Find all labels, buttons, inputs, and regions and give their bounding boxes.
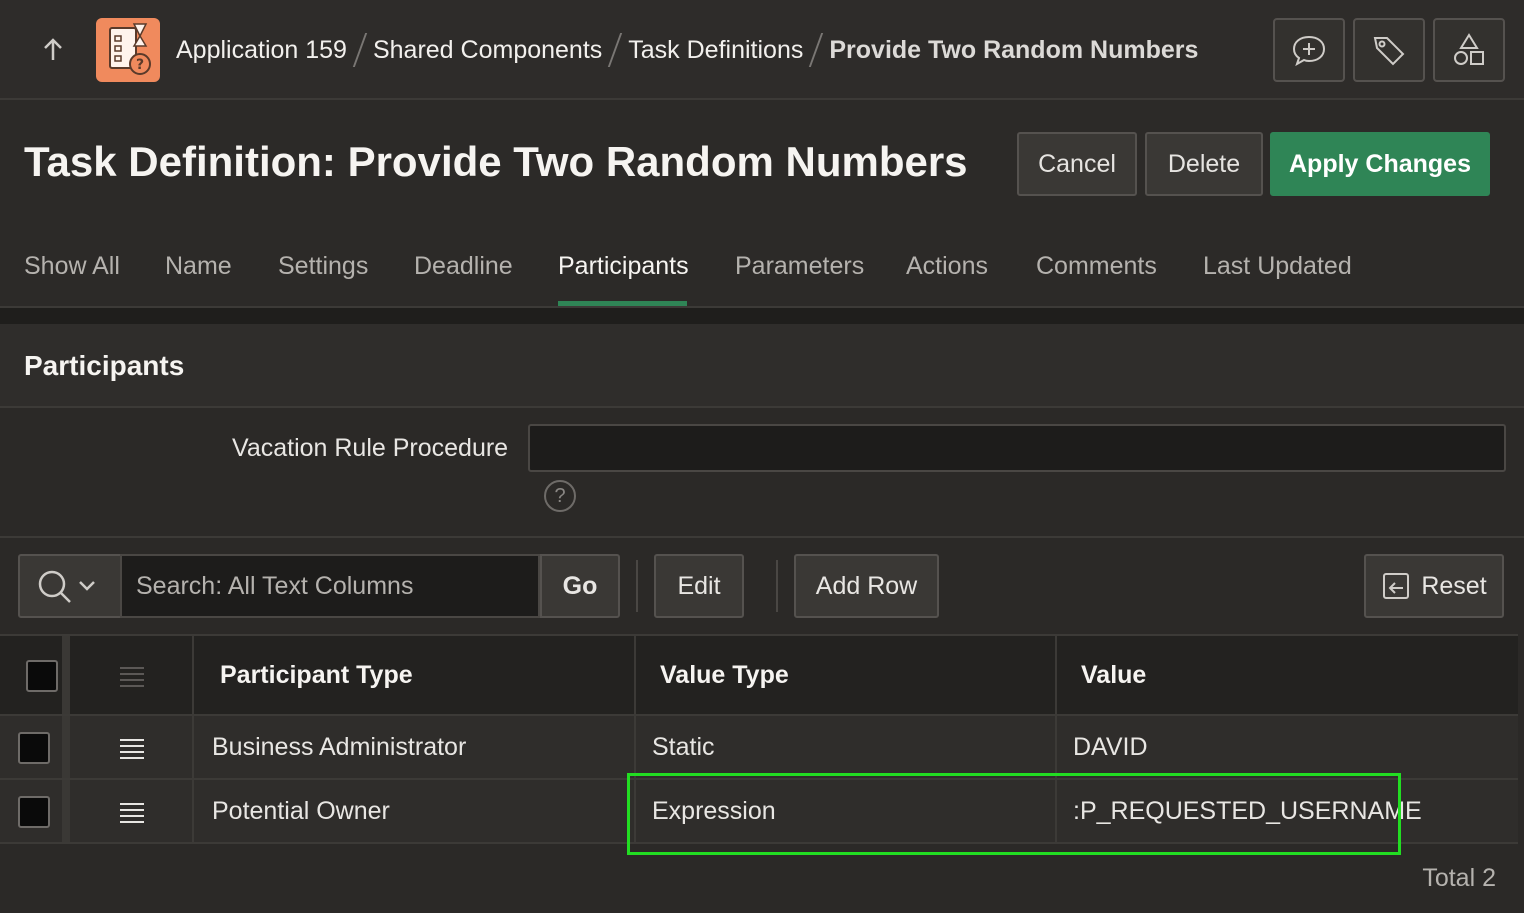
column-header-value[interactable]: Value bbox=[1081, 636, 1146, 714]
table-row[interactable]: Business Administrator Static DAVID bbox=[0, 716, 1518, 780]
search-column-menu[interactable] bbox=[18, 554, 122, 618]
add-row-button[interactable]: Add Row bbox=[794, 554, 939, 618]
chat-plus-icon bbox=[1292, 35, 1326, 67]
table-row[interactable]: Potential Owner Expression :P_REQUESTED_… bbox=[0, 780, 1518, 844]
column-divider bbox=[634, 636, 636, 714]
divider bbox=[0, 308, 1524, 324]
column-divider bbox=[634, 716, 636, 778]
breadcrumb-item-task-definitions[interactable]: Task Definitions bbox=[628, 36, 803, 65]
shared-components-button[interactable] bbox=[1433, 18, 1505, 82]
column-divider bbox=[192, 636, 194, 714]
column-divider bbox=[1055, 636, 1057, 714]
divider bbox=[0, 536, 1524, 538]
apply-changes-button[interactable]: Apply Changes bbox=[1270, 132, 1490, 196]
search-input[interactable] bbox=[120, 554, 540, 618]
edit-button[interactable]: Edit bbox=[654, 554, 744, 618]
cell-participant-type[interactable]: Potential Owner bbox=[212, 780, 390, 842]
toolbar-separator bbox=[636, 560, 638, 612]
row-actions-icon[interactable] bbox=[118, 800, 146, 824]
column-divider bbox=[192, 780, 194, 842]
chevron-down-icon bbox=[79, 581, 95, 591]
breadcrumb-separator bbox=[608, 33, 623, 67]
tab-show-all[interactable]: Show All bbox=[24, 252, 120, 306]
row-actions-header-icon bbox=[120, 667, 144, 687]
cell-value[interactable]: DAVID bbox=[1073, 716, 1148, 778]
tab-actions[interactable]: Actions bbox=[906, 252, 988, 306]
help-icon[interactable]: ? bbox=[544, 480, 576, 512]
tab-settings[interactable]: Settings bbox=[278, 252, 368, 306]
search-icon bbox=[38, 570, 95, 603]
cancel-button[interactable]: Cancel bbox=[1017, 132, 1137, 196]
tab-last-updated[interactable]: Last Updated bbox=[1203, 252, 1352, 306]
cell-value-type[interactable]: Static bbox=[652, 716, 715, 778]
tab-name[interactable]: Name bbox=[165, 252, 232, 306]
app-icon[interactable]: ? bbox=[96, 18, 160, 82]
row-select-checkbox[interactable] bbox=[18, 796, 50, 828]
tab-participants[interactable]: Participants bbox=[558, 252, 689, 306]
row-select-checkbox[interactable] bbox=[18, 732, 50, 764]
tab-comments[interactable]: Comments bbox=[1036, 252, 1157, 306]
toolbar-separator bbox=[776, 560, 778, 612]
column-divider bbox=[634, 780, 636, 842]
breadcrumb: Application 159 Shared Components Task D… bbox=[176, 28, 1198, 72]
edit-tag-button[interactable] bbox=[1353, 18, 1425, 82]
region-header: Participants bbox=[0, 324, 1524, 408]
tab-bar: Show All Name Settings Deadline Particip… bbox=[0, 232, 1524, 308]
cell-value[interactable]: :P_REQUESTED_USERNAME bbox=[1073, 780, 1422, 842]
top-bar: ? Application 159 Shared Components Task… bbox=[0, 0, 1524, 100]
breadcrumb-separator bbox=[809, 33, 824, 67]
breadcrumb-separator bbox=[352, 33, 368, 67]
shapes-icon bbox=[1454, 33, 1484, 65]
page-title: Task Definition: Provide Two Random Numb… bbox=[24, 138, 968, 185]
feedback-button[interactable] bbox=[1273, 18, 1345, 82]
select-all-checkbox[interactable] bbox=[26, 660, 58, 692]
vacation-rule-label: Vacation Rule Procedure bbox=[232, 434, 509, 462]
reset-label: Reset bbox=[1421, 571, 1487, 600]
go-button[interactable]: Go bbox=[540, 554, 620, 618]
reset-button[interactable]: Reset bbox=[1364, 554, 1504, 618]
up-arrow-icon[interactable] bbox=[38, 34, 68, 66]
participants-region: Participants Vacation Rule Procedure ? G… bbox=[0, 324, 1524, 913]
breadcrumb-item-application[interactable]: Application 159 bbox=[176, 36, 347, 65]
column-divider bbox=[192, 716, 194, 778]
svg-text:?: ? bbox=[136, 57, 144, 73]
column-divider bbox=[1055, 716, 1057, 778]
column-divider bbox=[62, 780, 70, 842]
column-header-value-type[interactable]: Value Type bbox=[660, 636, 789, 714]
cell-value-type[interactable]: Expression bbox=[652, 780, 776, 842]
row-actions-icon[interactable] bbox=[118, 736, 146, 760]
tab-deadline[interactable]: Deadline bbox=[414, 252, 513, 306]
cell-participant-type[interactable]: Business Administrator bbox=[212, 716, 466, 778]
column-divider bbox=[62, 716, 70, 778]
reset-icon bbox=[1383, 573, 1410, 599]
column-divider bbox=[1055, 780, 1057, 842]
breadcrumb-item-shared-components[interactable]: Shared Components bbox=[373, 36, 602, 65]
tag-icon bbox=[1373, 37, 1405, 66]
column-header-participant-type[interactable]: Participant Type bbox=[220, 636, 413, 714]
region-title: Participants bbox=[24, 350, 185, 381]
delete-button[interactable]: Delete bbox=[1145, 132, 1263, 196]
grid-header: Participant Type Value Type Value bbox=[0, 634, 1518, 716]
breadcrumb-current: Provide Two Random Numbers bbox=[829, 35, 1199, 64]
column-divider bbox=[62, 636, 70, 714]
tab-parameters[interactable]: Parameters bbox=[735, 252, 864, 306]
total-count: Total 2 bbox=[1422, 864, 1496, 892]
vacation-rule-input[interactable] bbox=[528, 424, 1506, 472]
